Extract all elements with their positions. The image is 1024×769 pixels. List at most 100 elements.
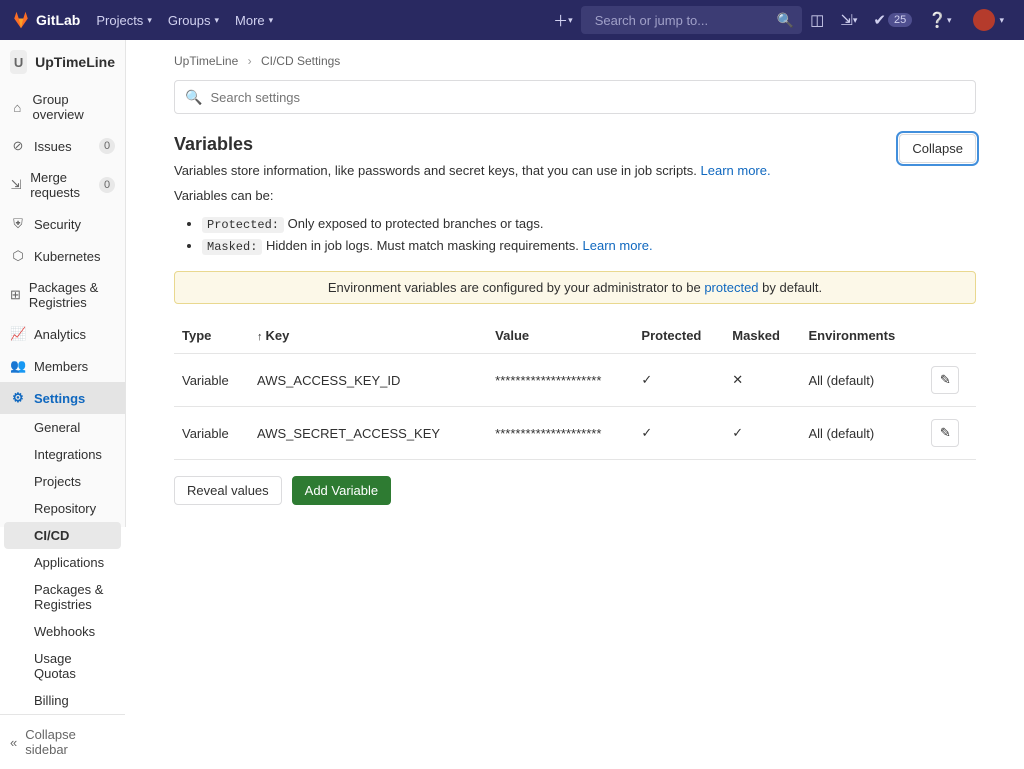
sidebar-item-merge-requests[interactable]: ⇲Merge requests0 xyxy=(0,162,125,208)
col-masked[interactable]: Masked xyxy=(724,318,800,354)
sidebar-icon: 📈 xyxy=(10,326,26,342)
sidebar-item-label: Merge requests xyxy=(30,170,99,200)
help-icon[interactable]: ❔▾ xyxy=(920,11,959,29)
settings-search[interactable]: 🔍 xyxy=(174,80,976,114)
todos-icon[interactable]: ✔25 xyxy=(865,11,920,29)
sidebar-sub-general[interactable]: General xyxy=(0,414,125,441)
sidebar-sub-usage-quotas[interactable]: Usage Quotas xyxy=(0,645,125,687)
sidebar-item-label: Issues xyxy=(34,139,72,154)
count-badge: 0 xyxy=(99,138,115,154)
sidebar: U UpTimeLine ⌂Group overview⊘Issues0⇲Mer… xyxy=(0,40,126,527)
variables-can-be: Variables can be: xyxy=(174,188,976,203)
collapse-sidebar[interactable]: « Collapse sidebar xyxy=(0,714,125,769)
col-type[interactable]: Type xyxy=(174,318,249,354)
variables-bullets: Protected: Only exposed to protected bra… xyxy=(174,213,976,257)
col-env[interactable]: Environments xyxy=(800,318,923,354)
sidebar-sub-integrations[interactable]: Integrations xyxy=(0,441,125,468)
sidebar-item-label: Kubernetes xyxy=(34,249,101,264)
variables-section: Variables Collapse Variables store infor… xyxy=(174,134,976,527)
sidebar-item-group-overview[interactable]: ⌂Group overview xyxy=(0,84,125,130)
var-masked: ✓ xyxy=(724,407,800,460)
issues-icon[interactable]: ◫ xyxy=(802,11,832,29)
pencil-icon: ✎ xyxy=(940,425,951,441)
sidebar-item-issues[interactable]: ⊘ Issues 0 xyxy=(0,130,125,162)
learn-more-link[interactable]: Learn more. xyxy=(701,163,771,178)
variables-title: Variables xyxy=(174,134,253,155)
global-search[interactable]: 🔍 xyxy=(581,6,802,34)
variables-table: Type ↑Key Value Protected Masked Environ… xyxy=(174,318,976,460)
table-row: Variable AWS_SECRET_ACCESS_KEY *********… xyxy=(174,407,976,460)
sidebar-item-security[interactable]: ⛨Security xyxy=(0,208,125,240)
var-masked: ✕ xyxy=(724,354,800,407)
group-header[interactable]: U UpTimeLine xyxy=(0,40,125,84)
avatar xyxy=(973,9,995,31)
brand-text: GitLab xyxy=(36,12,80,28)
sidebar-item-kubernetes[interactable]: ⬡ Kubernetes xyxy=(0,240,125,272)
sidebar-sub-repository[interactable]: Repository xyxy=(0,495,125,522)
sidebar-icon: ⬡ xyxy=(10,248,26,264)
sidebar-sub-projects[interactable]: Projects xyxy=(0,468,125,495)
search-input[interactable] xyxy=(585,6,765,34)
count-badge: 0 xyxy=(99,177,115,193)
sidebar-item-members[interactable]: 👥 Members xyxy=(0,350,125,382)
learn-more-link[interactable]: Learn more. xyxy=(583,238,653,253)
sidebar-sub-webhooks[interactable]: Webhooks xyxy=(0,618,125,645)
chevron-down-icon: ▾ xyxy=(147,15,152,26)
nav-more[interactable]: More▾ xyxy=(235,13,273,28)
col-value[interactable]: Value xyxy=(487,318,633,354)
col-protected[interactable]: Protected xyxy=(633,318,724,354)
gitlab-logo[interactable]: GitLab xyxy=(12,11,80,29)
group-avatar: U xyxy=(10,50,27,74)
var-env: All (default) xyxy=(800,407,923,460)
sidebar-item-label: Group overview xyxy=(33,92,116,122)
var-value: ********************* xyxy=(487,407,633,460)
settings-search-input[interactable] xyxy=(210,90,965,105)
sidebar-sub-ci-cd[interactable]: CI/CD xyxy=(4,522,121,549)
collapse-button[interactable]: Collapse xyxy=(899,134,976,163)
search-icon: 🔍 xyxy=(185,89,202,106)
var-type: Variable xyxy=(174,407,249,460)
edit-variable-button[interactable]: ✎ xyxy=(931,419,959,447)
sidebar-sub-packages-registries[interactable]: Packages & Registries xyxy=(0,576,125,618)
var-value: ********************* xyxy=(487,354,633,407)
sidebar-item-label: Members xyxy=(34,359,88,374)
variables-desc: Variables store information, like passwo… xyxy=(174,163,976,178)
var-protected: ✓ xyxy=(633,407,724,460)
sidebar-item-analytics[interactable]: 📈Analytics xyxy=(0,318,125,350)
breadcrumb-group[interactable]: UpTimeLine xyxy=(174,54,238,68)
sort-asc-icon: ↑ xyxy=(257,331,263,343)
chevron-down-icon: ▾ xyxy=(269,15,274,26)
plus-icon[interactable]: ＋▾ xyxy=(545,10,581,31)
sidebar-icon: ⊞ xyxy=(10,287,21,303)
breadcrumb-page: CI/CD Settings xyxy=(261,54,340,68)
reveal-values-button[interactable]: Reveal values xyxy=(174,476,282,505)
user-menu[interactable]: ▾ xyxy=(959,9,1012,31)
sidebar-icon: ⊘ xyxy=(10,138,26,154)
main-content: UpTimeLine › CI/CD Settings 🔍 Variables … xyxy=(126,40,1024,527)
var-key: AWS_SECRET_ACCESS_KEY xyxy=(249,407,487,460)
protected-link[interactable]: protected xyxy=(704,280,758,295)
col-key[interactable]: ↑Key xyxy=(249,318,487,354)
group-name: UpTimeLine xyxy=(35,54,115,70)
var-type: Variable xyxy=(174,354,249,407)
sidebar-icon: ⛨ xyxy=(10,216,26,232)
protected-default-alert: Environment variables are configured by … xyxy=(174,271,976,304)
sidebar-sub-applications[interactable]: Applications xyxy=(0,549,125,576)
var-protected: ✓ xyxy=(633,354,724,407)
nav-projects[interactable]: Projects▾ xyxy=(96,13,152,28)
var-key: AWS_ACCESS_KEY_ID xyxy=(249,354,487,407)
top-nav: GitLab Projects▾ Groups▾ More▾ ＋▾ 🔍 ◫ ⇲▾… xyxy=(0,0,1024,40)
sidebar-item-label: Settings xyxy=(34,391,85,406)
sidebar-icon: 👥 xyxy=(10,358,26,374)
sidebar-sub-billing[interactable]: Billing xyxy=(0,687,125,714)
chevron-down-icon: ▾ xyxy=(214,15,219,26)
merge-requests-icon[interactable]: ⇲▾ xyxy=(832,11,865,29)
var-env: All (default) xyxy=(800,354,923,407)
add-variable-button[interactable]: Add Variable xyxy=(292,476,391,505)
sidebar-item-settings[interactable]: ⚙Settings xyxy=(0,382,125,414)
pencil-icon: ✎ xyxy=(940,372,951,388)
nav-groups[interactable]: Groups▾ xyxy=(168,13,219,28)
search-icon: 🔍 xyxy=(769,12,802,29)
edit-variable-button[interactable]: ✎ xyxy=(931,366,959,394)
sidebar-item-packages-registries[interactable]: ⊞Packages & Registries xyxy=(0,272,125,318)
